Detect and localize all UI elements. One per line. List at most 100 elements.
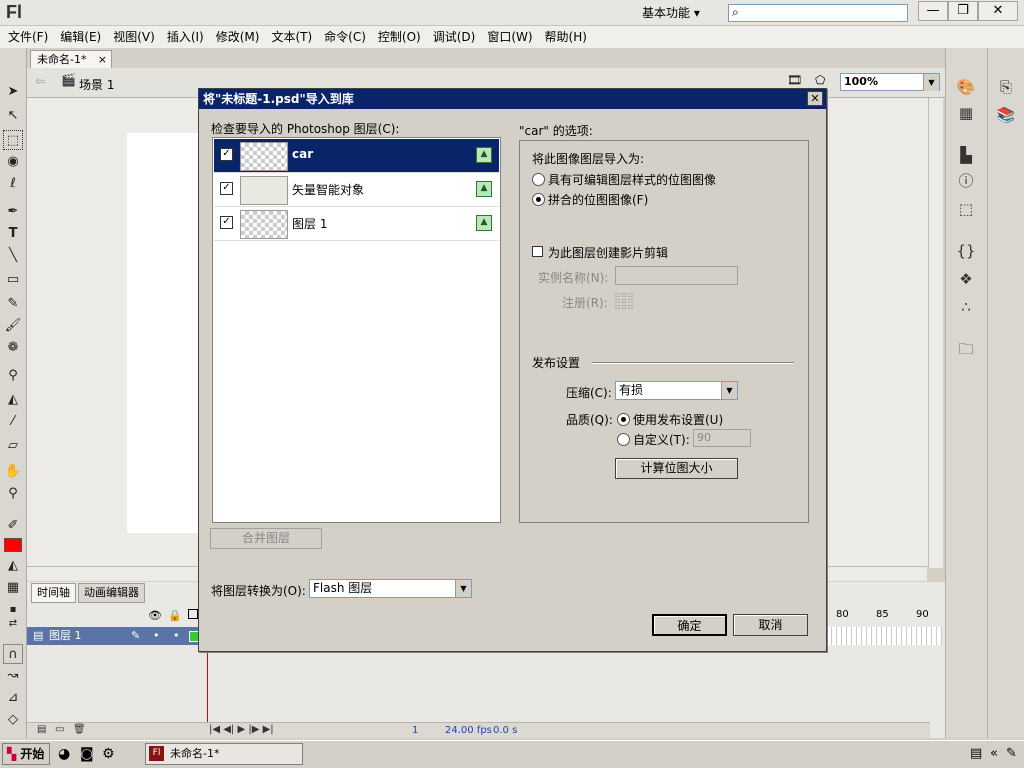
menu-view[interactable]: 视图(V): [107, 26, 161, 48]
dialog-close-button[interactable]: ✕: [807, 91, 823, 106]
project-panel-icon[interactable]: 🗀: [955, 338, 977, 360]
tab-timeline[interactable]: 时间轴: [31, 583, 76, 603]
import-option-radio[interactable]: [532, 173, 545, 186]
paint-bucket-tool-icon[interactable]: ◭: [3, 390, 23, 410]
3d-rotation-tool-icon[interactable]: ◉: [3, 152, 23, 172]
library-panel-icon[interactable]: 📚: [995, 104, 1017, 126]
bone-tool-icon[interactable]: ⚲: [3, 366, 23, 386]
color-panel-icon[interactable]: 🎨: [955, 76, 977, 98]
tab-motion-editor[interactable]: 动画编辑器: [78, 583, 145, 603]
edit-symbols-icon[interactable]: ⬠: [815, 73, 825, 87]
align-panel-icon[interactable]: ▙: [955, 144, 977, 166]
outline-icon[interactable]: [188, 609, 198, 619]
quality-publish-label[interactable]: 使用发布设置(U): [633, 411, 723, 428]
transform-panel-icon[interactable]: ⬚: [955, 198, 977, 220]
quality-publish-radio[interactable]: [617, 413, 630, 426]
list-item[interactable]: ✓ 矢量智能对象 ▲: [214, 173, 499, 207]
playhead[interactable]: [207, 645, 208, 725]
playback-controls[interactable]: |◀ ◀| ▶ |▶ ▶|: [209, 724, 274, 735]
properties-panel-icon[interactable]: ⎘: [995, 76, 1017, 98]
back-arrow-icon[interactable]: ⇦: [35, 74, 45, 88]
free-transform-tool-icon[interactable]: ⬚: [3, 130, 23, 150]
menu-commands[interactable]: 命令(C): [318, 26, 372, 48]
stroke-color-icon[interactable]: ✐: [3, 516, 23, 536]
menu-insert[interactable]: 插入(I): [161, 26, 210, 48]
psd-layer-list[interactable]: ✓ car ▲ ✓ 矢量智能对象 ▲ ✓ 图层 1 ▲: [212, 137, 501, 523]
tray-icon[interactable]: ▤: [970, 746, 982, 761]
info-panel-icon[interactable]: ⓘ: [955, 170, 977, 192]
custom-quality-input[interactable]: 90: [693, 429, 751, 447]
text-tool-icon[interactable]: T: [3, 224, 23, 244]
stage-canvas[interactable]: [127, 133, 207, 533]
zoom-select[interactable]: 100% ▼: [840, 73, 940, 91]
help-search-input[interactable]: ⌕: [728, 4, 908, 22]
cancel-button[interactable]: 取消: [733, 614, 808, 636]
quality-custom-label[interactable]: 自定义(T):: [633, 431, 690, 448]
quality-custom-radio[interactable]: [617, 433, 630, 446]
ok-button[interactable]: 确定: [652, 614, 727, 636]
rectangle-tool-icon[interactable]: ▭: [3, 270, 23, 290]
snap-magnet-icon[interactable]: ∩: [3, 644, 23, 664]
code-snippets-icon[interactable]: {}: [955, 240, 977, 262]
swatch-toggle-icon[interactable]: ▦: [3, 578, 23, 598]
browser-quicklaunch-icon[interactable]: ◕: [58, 746, 70, 762]
menu-modify[interactable]: 修改(M): [210, 26, 266, 48]
menu-control[interactable]: 控制(O): [372, 26, 427, 48]
menu-help[interactable]: 帮助(H): [539, 26, 593, 48]
import-option-label[interactable]: 拼合的位图图像(F): [548, 191, 648, 208]
edit-scene-icon[interactable]: 🎞: [787, 73, 802, 87]
lock-icon[interactable]: 🔒: [168, 609, 182, 622]
eyedropper-tool-icon[interactable]: ⁄: [3, 412, 23, 432]
eye-icon[interactable]: 👁: [148, 609, 162, 622]
pencil-tool-icon[interactable]: ✎: [3, 294, 23, 314]
swap-colors-icon[interactable]: ⇄: [3, 614, 23, 634]
delete-layer-icon[interactable]: 🗑: [73, 724, 86, 735]
fill-color-swatch[interactable]: [4, 538, 22, 552]
lasso-tool-icon[interactable]: ℓ: [3, 174, 23, 194]
minimize-button[interactable]: —: [918, 1, 948, 21]
restore-button[interactable]: ❐: [948, 1, 978, 21]
calculate-bitmap-size-button[interactable]: 计算位图大小: [615, 458, 738, 479]
new-layer-icon[interactable]: ▤: [37, 724, 46, 735]
frame-rate[interactable]: 24.00 fps: [445, 725, 492, 736]
document-tab[interactable]: 未命名-1* ×: [30, 50, 112, 68]
straighten-icon[interactable]: ⊿: [3, 688, 23, 708]
tray-expand-icon[interactable]: «: [990, 746, 998, 761]
new-folder-icon[interactable]: ▭: [55, 724, 64, 735]
list-item[interactable]: ✓ car ▲: [214, 139, 499, 173]
quicklaunch-icon[interactable]: ⚙: [102, 746, 115, 762]
subselection-tool-icon[interactable]: ↖: [3, 106, 23, 126]
swatches-panel-icon[interactable]: ▦: [955, 102, 977, 124]
line-tool-icon[interactable]: ╲: [3, 246, 23, 266]
quicklaunch-icon[interactable]: ◙: [80, 746, 94, 762]
timeline-layer-row[interactable]: ▤ 图层 1 ✎ • •: [27, 627, 202, 645]
tray-icon[interactable]: ✎: [1006, 746, 1017, 761]
merge-layers-button[interactable]: 合并图层: [210, 528, 322, 549]
import-option-label[interactable]: 具有可编辑图层样式的位图图像: [548, 171, 716, 188]
layer-checkbox[interactable]: ✓: [220, 148, 233, 161]
close-tab-icon[interactable]: ×: [98, 51, 107, 68]
tool-option-icon[interactable]: ◇: [3, 710, 23, 730]
compression-select[interactable]: 有损 ▼: [615, 381, 738, 400]
menu-debug[interactable]: 调试(D): [427, 26, 482, 48]
eraser-tool-icon[interactable]: ▱: [3, 436, 23, 456]
frame-grid[interactable]: [827, 627, 942, 645]
layer-checkbox[interactable]: ✓: [220, 182, 233, 195]
taskbar-item-flash[interactable]: Fl 未命名-1*: [145, 743, 303, 765]
menu-window[interactable]: 窗口(W): [481, 26, 538, 48]
convert-layers-select[interactable]: Flash 图层 ▼: [309, 579, 472, 598]
layer-checkbox[interactable]: ✓: [220, 216, 233, 229]
vertical-scrollbar[interactable]: [928, 98, 943, 568]
zoom-tool-icon[interactable]: ⚲: [3, 484, 23, 504]
selection-tool-icon[interactable]: ➤: [3, 82, 23, 102]
list-item[interactable]: ✓ 图层 1 ▲: [214, 207, 499, 241]
instance-name-field[interactable]: [615, 266, 738, 285]
motion-presets-icon[interactable]: ∴: [955, 296, 977, 318]
menu-edit[interactable]: 编辑(E): [54, 26, 107, 48]
smooth-icon[interactable]: ↝: [3, 666, 23, 686]
start-button[interactable]: ▚ 开始: [2, 743, 50, 765]
movieclip-label[interactable]: 为此图层创建影片剪辑: [548, 244, 668, 261]
brush-tool-icon[interactable]: 🖌: [3, 316, 23, 336]
workspace-switcher[interactable]: 基本功能 ▾: [630, 2, 720, 24]
hand-tool-icon[interactable]: ✋: [3, 462, 23, 482]
